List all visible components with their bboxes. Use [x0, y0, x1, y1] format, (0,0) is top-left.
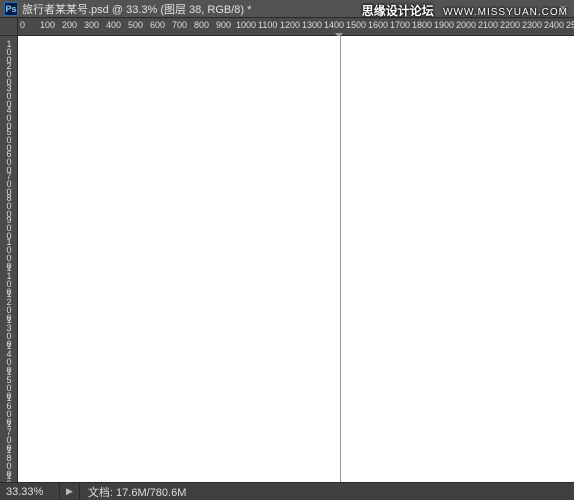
- ruler-tick: 700: [172, 20, 187, 30]
- close-icon[interactable]: ×: [556, 2, 570, 16]
- ruler-tick: 600: [150, 20, 165, 30]
- ruler-tick: 2500: [566, 20, 574, 30]
- ruler-tick: 2400: [544, 20, 564, 30]
- ruler-tick: 1200: [280, 20, 300, 30]
- zoom-level[interactable]: 33.33%: [0, 483, 60, 500]
- ruler-tick: 1300: [302, 20, 322, 30]
- ruler-tick: 1900: [434, 20, 454, 30]
- doc-value: 17.6M/780.6M: [116, 487, 186, 499]
- ruler-tick: 2000: [456, 20, 476, 30]
- ruler-tick: 900: [216, 20, 231, 30]
- ruler-tick: 1900: [3, 472, 15, 482]
- document-titlebar: Ps 旅行者某某号.psd @ 33.3% (图层 38, RGB/8) * ×: [0, 0, 574, 18]
- ruler-tick: 1700: [390, 20, 410, 30]
- ruler-tick: 1800: [412, 20, 432, 30]
- doc-label: 文档:: [88, 487, 113, 499]
- photoshop-icon: Ps: [4, 2, 18, 16]
- ruler-horizontal[interactable]: 0 100 200 300 400 500 600 700 800 900 100011001200…: [18, 18, 574, 36]
- ruler-tick: 1500: [346, 20, 366, 30]
- canvas[interactable]: [18, 36, 574, 482]
- ruler-tick: 200: [62, 20, 77, 30]
- ruler-tick: 400: [106, 20, 121, 30]
- ruler-tick: 1000: [236, 20, 256, 30]
- ruler-tick: 1400: [324, 20, 344, 30]
- document-title: 旅行者某某号.psd @ 33.3% (图层 38, RGB/8) *: [22, 1, 251, 17]
- statusbar: 33.33% ▶ 文档: 17.6M/780.6M: [0, 482, 574, 500]
- ruler-origin[interactable]: [0, 18, 18, 36]
- vertical-guide[interactable]: [340, 36, 341, 482]
- ruler-tick: 1100: [258, 20, 277, 30]
- ruler-vertical[interactable]: 1002003004005006007008009001000110012001…: [0, 36, 18, 482]
- ruler-tick: 2300: [522, 20, 542, 30]
- ruler-tick: 0: [20, 20, 25, 30]
- ruler-tick: 300: [84, 20, 99, 30]
- ruler-tick: 2200: [500, 20, 520, 30]
- ruler-tick: 800: [194, 20, 209, 30]
- ruler-tick: 1600: [368, 20, 388, 30]
- ruler-tick: 100: [40, 20, 55, 30]
- ruler-tick: 500: [128, 20, 143, 30]
- document-info[interactable]: 文档: 17.6M/780.6M: [80, 484, 194, 500]
- expand-icon[interactable]: ▶: [60, 483, 80, 500]
- ruler-tick: 2100: [478, 20, 498, 30]
